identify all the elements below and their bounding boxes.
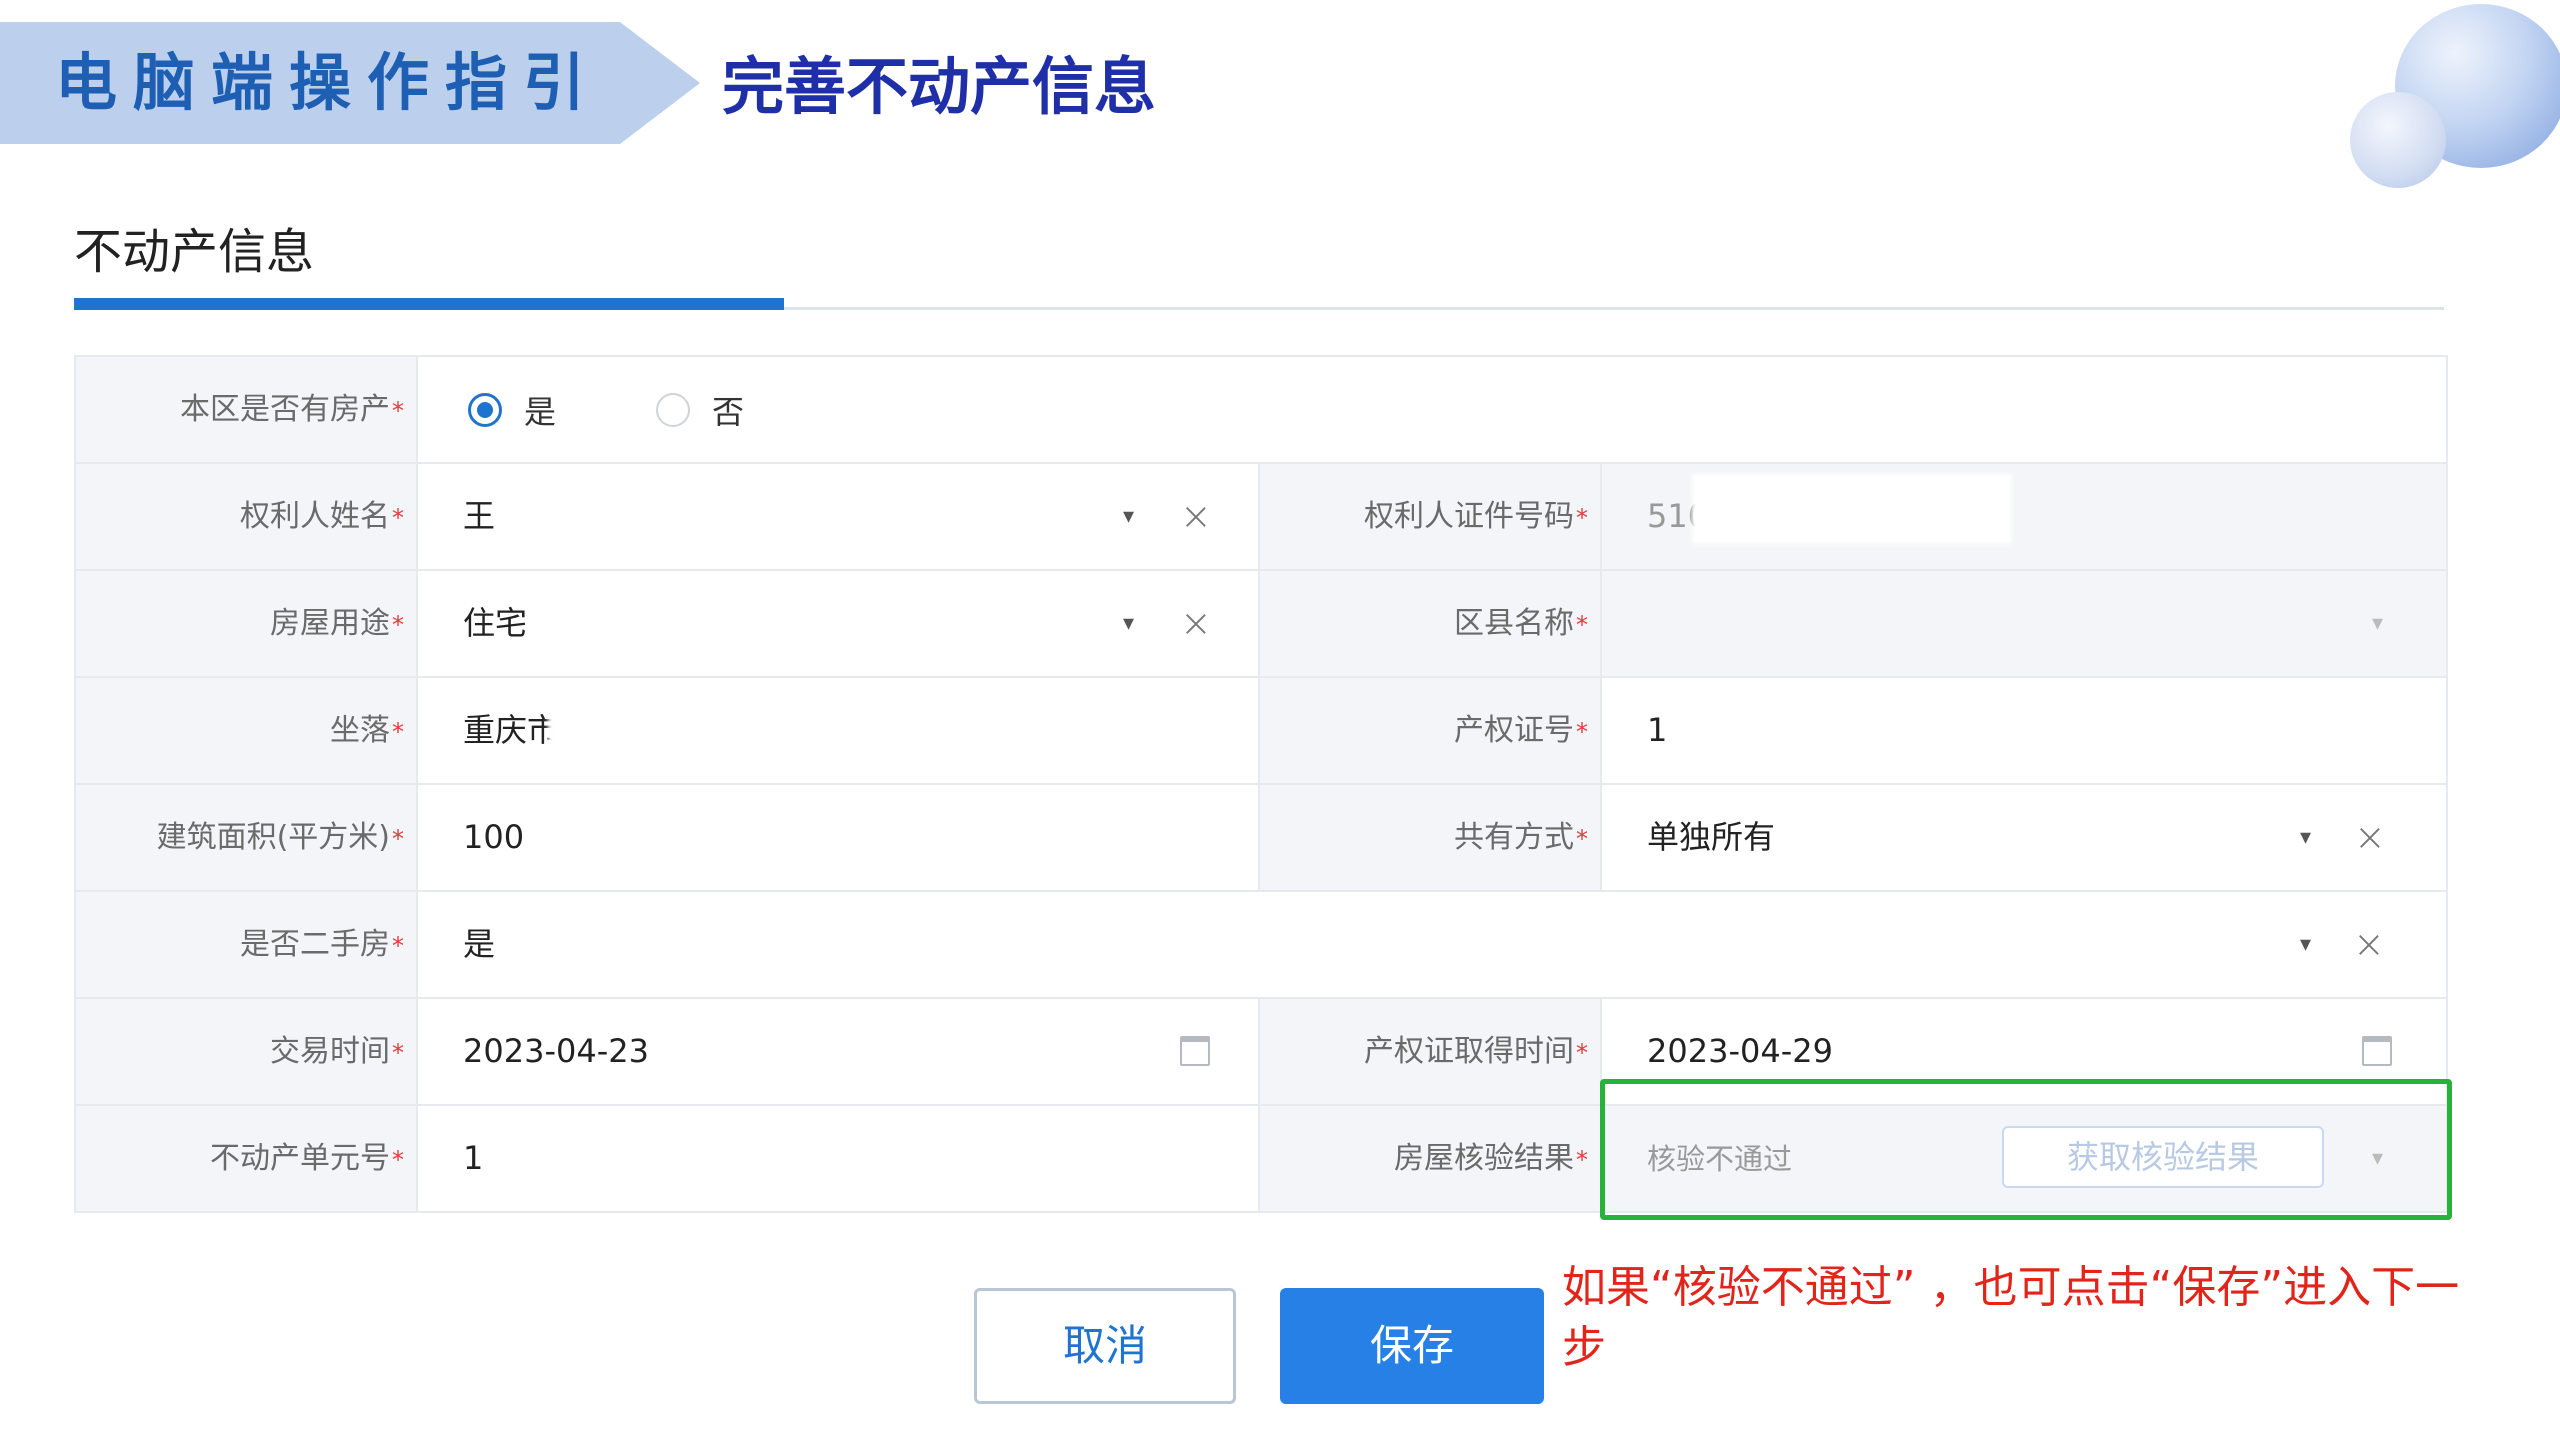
field-label: 坐落* [76, 678, 418, 783]
radio-option-yes[interactable]: 是 [468, 387, 556, 433]
house-usage-select[interactable]: 住宅 ▾ × [418, 571, 1258, 676]
field-label: 交易时间* [76, 999, 418, 1104]
field-label: 产权证取得时间* [1258, 999, 1602, 1104]
form-row: 坐落* 重庆市 产权证号* 1 [76, 678, 2446, 785]
form-row: 房屋用途* 住宅 ▾ × 区县名称* ▾ [76, 571, 2446, 678]
slide-title: 完善不动产信息 [722, 50, 1157, 123]
radio-option-no[interactable]: 否 [656, 387, 744, 433]
owner-id-field: 510 [1602, 464, 2446, 569]
trade-date-picker[interactable]: 2023-04-23 [418, 999, 1258, 1104]
second-hand-select[interactable]: 是 ▾ × [418, 892, 2446, 997]
area-input[interactable]: 100 [418, 785, 1258, 890]
clear-icon[interactable]: × [1180, 571, 1212, 676]
field-label: 房屋用途* [76, 571, 418, 676]
chevron-down-icon[interactable]: ▾ [1123, 464, 1134, 569]
field-label: 是否二手房* [76, 892, 418, 997]
form-row: 权利人姓名* 王 ▾ × 权利人证件号码* 510 [76, 464, 2446, 571]
save-button[interactable]: 保存 [1280, 1288, 1544, 1404]
redaction-mask [1692, 474, 2012, 544]
calendar-icon[interactable] [2362, 1036, 2392, 1066]
field-label: 区县名称* [1258, 571, 1602, 676]
clear-icon[interactable]: × [2354, 785, 2386, 890]
field-label: 本区是否有房产* [76, 357, 418, 462]
field-label: 房屋核验结果* [1258, 1106, 1602, 1211]
form-row: 本区是否有房产* 是 否 [76, 357, 2446, 464]
instruction-note: 如果“核验不通过” ，也可点击“保存”进入下一步 [1562, 1262, 2460, 1373]
location-input[interactable]: 重庆市 [418, 678, 1258, 783]
district-select[interactable]: ▾ [1602, 571, 2446, 676]
cancel-button[interactable]: 取消 [974, 1288, 1236, 1404]
ownership-select[interactable]: 单独所有 ▾ × [1602, 785, 2446, 890]
form-row: 建筑面积(平方米)* 100 共有方式* 单独所有 ▾ × [76, 785, 2446, 892]
banner-text: 电脑端操作指引 [55, 46, 602, 119]
clear-icon[interactable]: × [2353, 892, 2385, 997]
field-label: 建筑面积(平方米)* [76, 785, 418, 890]
section-title: 不动产信息 [74, 224, 315, 280]
chevron-down-icon[interactable]: ▾ [1123, 571, 1134, 676]
cert-no-input[interactable]: 1 [1602, 678, 2446, 783]
field-label: 权利人证件号码* [1258, 464, 1602, 569]
decorative-circle-small [2350, 92, 2446, 188]
field-label: 产权证号* [1258, 678, 1602, 783]
verify-result-highlight-box [1600, 1079, 2452, 1220]
unit-no-input[interactable]: 1 [418, 1106, 1258, 1211]
calendar-icon[interactable] [1180, 1036, 1210, 1066]
section-progress-bar [74, 298, 784, 310]
chevron-down-icon[interactable]: ▾ [2300, 785, 2311, 890]
redaction-mask [548, 688, 828, 758]
field-label: 不动产单元号* [76, 1106, 418, 1211]
has-property-radio-group: 是 否 [418, 357, 2446, 462]
radio-checked-icon [468, 392, 502, 427]
owner-name-select[interactable]: 王 ▾ × [418, 464, 1258, 569]
field-label: 权利人姓名* [76, 464, 418, 569]
clear-icon[interactable]: × [1180, 464, 1212, 569]
chevron-down-icon[interactable]: ▾ [2300, 892, 2311, 997]
field-label: 共有方式* [1258, 785, 1602, 890]
radio-unchecked-icon [656, 392, 691, 427]
chevron-down-icon[interactable]: ▾ [2372, 571, 2383, 676]
form-row: 是否二手房* 是 ▾ × [76, 892, 2446, 999]
